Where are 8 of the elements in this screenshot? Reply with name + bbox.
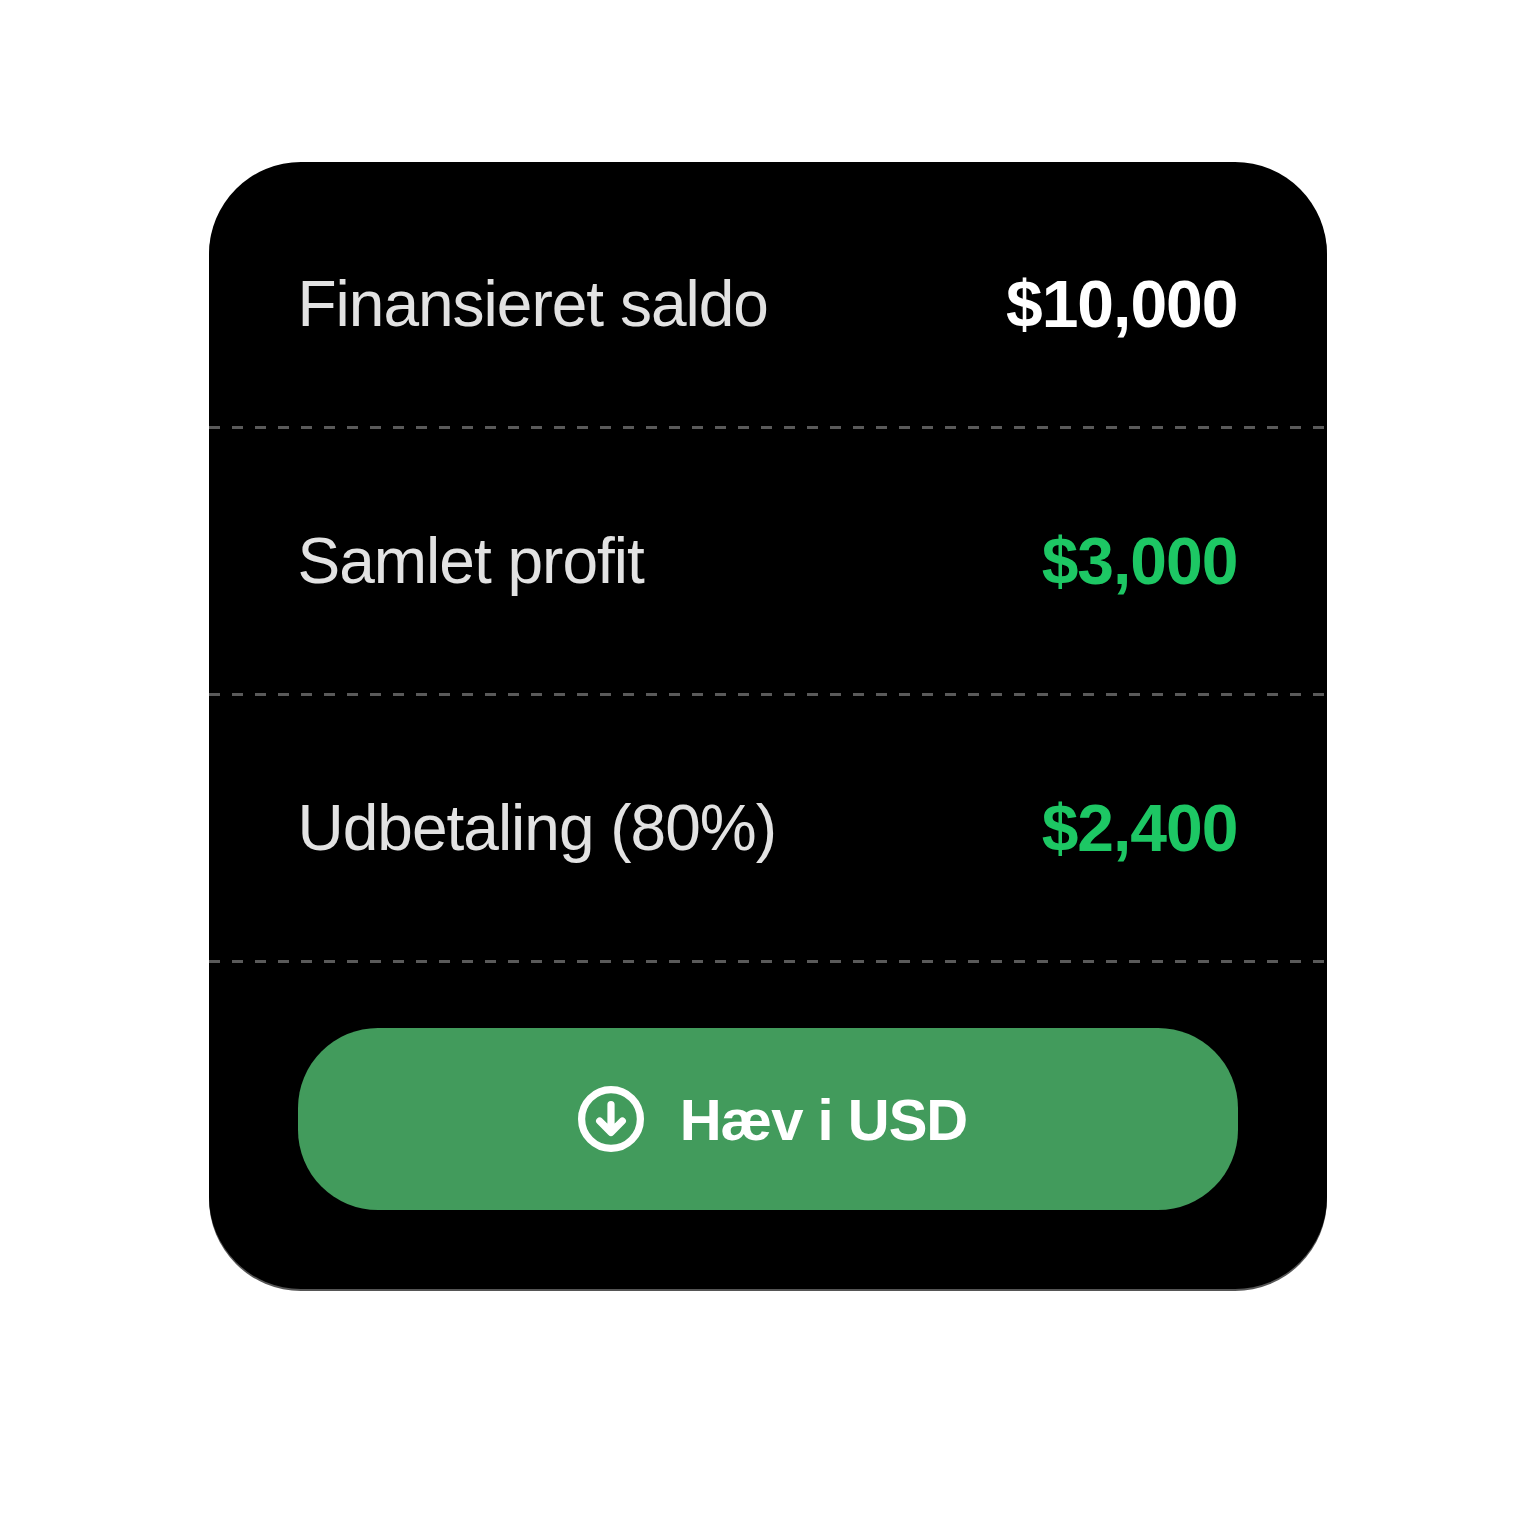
download-icon <box>577 1086 644 1152</box>
row-label: Finansieret saldo <box>297 267 768 341</box>
row-value: $3,000 <box>1041 523 1238 599</box>
row-value: $10,000 <box>1005 266 1238 342</box>
row-value: $2,400 <box>1041 790 1238 866</box>
row-label: Udbetaling (80%) <box>297 791 776 865</box>
withdraw-button[interactable]: Hæv i USD <box>297 1028 1238 1210</box>
row-label: Samlet profit <box>297 524 644 598</box>
